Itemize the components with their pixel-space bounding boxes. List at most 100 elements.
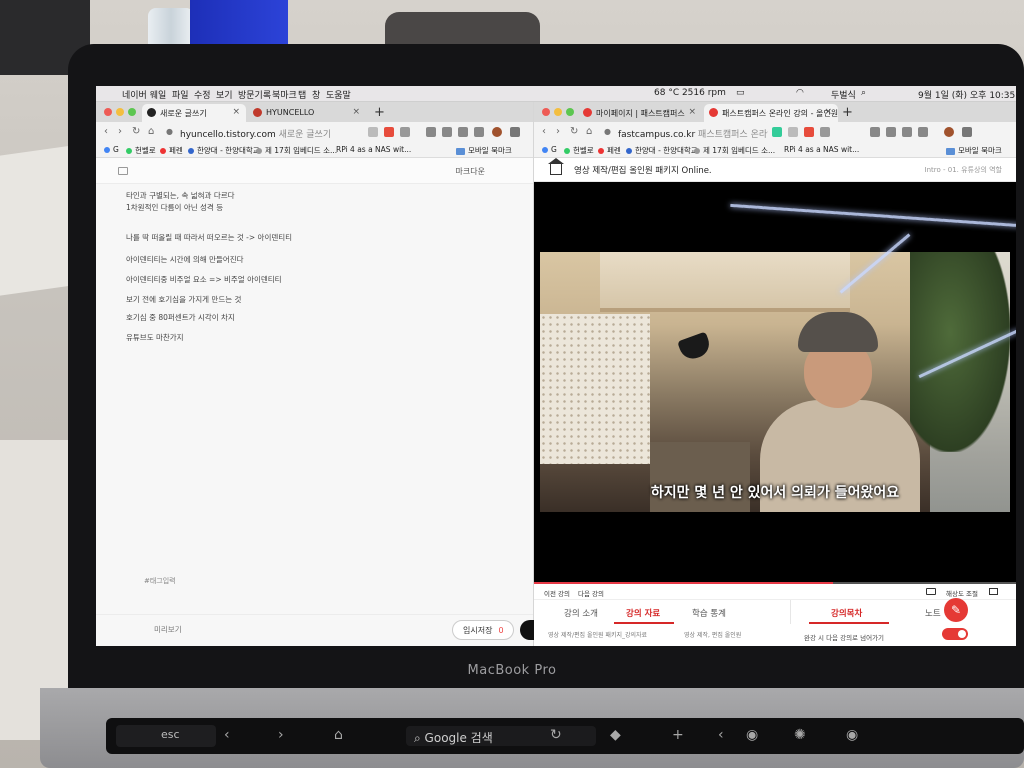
esc-key[interactable]: esc (116, 725, 216, 747)
forward-button[interactable]: › (556, 126, 560, 137)
tab-lecture-intro[interactable]: 강의 소개 (564, 607, 598, 619)
bookmark-item[interactable]: G (104, 145, 119, 154)
image-upload-icon[interactable] (118, 167, 128, 175)
zoom-window-button[interactable] (566, 108, 574, 116)
new-tab-button[interactable]: + (374, 105, 385, 120)
bookmark-item[interactable]: 페렌 (160, 145, 183, 156)
fullscreen-icon[interactable] (989, 588, 998, 595)
close-window-button[interactable] (104, 108, 112, 116)
brightness-key-icon[interactable]: ◉ (746, 727, 758, 743)
input-source[interactable]: 두벌식 (831, 88, 856, 101)
brightness-up-icon[interactable]: ✺ (794, 727, 806, 743)
menu-icon[interactable] (962, 127, 972, 137)
bookmark-item[interactable]: 페렌 (598, 145, 621, 156)
home-icon[interactable] (548, 158, 564, 175)
extension-icon[interactable] (804, 127, 814, 137)
autoplay-toggle[interactable] (942, 628, 968, 640)
close-tab-icon[interactable]: × (688, 107, 696, 117)
close-window-button[interactable] (542, 108, 550, 116)
split-view-icon[interactable] (918, 127, 928, 137)
tab-curriculum[interactable]: 강의목차 (831, 607, 862, 619)
editor-text-line[interactable]: 호기심 중 80퍼센트가 시각이 차지 (126, 312, 235, 323)
bookmark-item[interactable]: 한양대 - 한양대학교 (188, 145, 260, 156)
next-lecture-button[interactable]: 다음 강의 (578, 588, 604, 598)
extension-icon[interactable] (772, 127, 782, 137)
screenshot-icon[interactable] (442, 127, 452, 137)
menu-window[interactable]: 창 (312, 88, 320, 101)
bookmark-item[interactable]: 헌벨로 (564, 145, 594, 156)
download-icon[interactable] (870, 127, 880, 137)
touchbar-search[interactable]: ⌕ Google 검색 (406, 726, 596, 746)
editor-text-line[interactable]: 아이덴티티는 시간에 의해 만들어진다 (126, 254, 244, 265)
close-tab-icon[interactable]: × (352, 107, 360, 117)
write-note-button[interactable]: ✎ (944, 598, 968, 622)
editor-text-line[interactable]: 보기 전에 호기심을 가지게 만드는 것 (126, 294, 241, 305)
mobile-bookmarks-folder[interactable]: 모바일 북마크 (456, 145, 512, 156)
forward-key-icon[interactable]: › (278, 727, 284, 743)
close-tab-icon[interactable]: × (824, 107, 832, 117)
temp-save-button[interactable]: 임시저장 0 (452, 620, 514, 640)
mobile-bookmarks-folder[interactable]: 모바일 북마크 (946, 145, 1002, 156)
extension-icon[interactable] (368, 127, 378, 137)
back-key-icon[interactable]: ‹ (224, 727, 230, 743)
editor-mode-select[interactable]: 마크다운 (456, 166, 485, 177)
forward-button[interactable]: › (118, 126, 122, 137)
home-key-icon[interactable]: ⌂ (334, 727, 343, 743)
back-button[interactable]: ‹ (542, 126, 546, 137)
menu-tab[interactable]: 탭 (298, 88, 306, 101)
minimize-window-button[interactable] (116, 108, 124, 116)
quality-button[interactable]: 해상도 조절 (946, 588, 978, 598)
address-bar[interactable]: ● fastcampus.co.kr 패스트캠퍼스 온라인 (598, 125, 768, 140)
tab-learning-stats[interactable]: 학습 통계 (692, 607, 726, 619)
close-tab-icon[interactable]: × (232, 107, 240, 117)
profile-avatar[interactable] (944, 127, 954, 137)
shield-key-icon[interactable]: ◆ (610, 727, 621, 743)
back-button[interactable]: ‹ (104, 126, 108, 137)
profile-avatar[interactable] (492, 127, 502, 137)
bookmark-item[interactable]: G (542, 145, 557, 154)
menu-file[interactable]: 파일 (172, 88, 189, 101)
quality-icon[interactable] (926, 588, 936, 595)
menubar-clock[interactable]: 9월 1일 (화) 오후 10:35 (918, 88, 1015, 101)
app-menu[interactable]: 네이버 웨일 (122, 88, 166, 101)
editor-text-line[interactable]: 1차원적인 다름이 아닌 성격 등 (126, 202, 223, 213)
sidebar-icon[interactable] (902, 127, 912, 137)
tab-lecture[interactable]: 패스트캠퍼스 온라인 강의 - 올인원 × (704, 104, 838, 122)
tab-lecture-materials[interactable]: 강의 자료 (626, 607, 660, 619)
reload-key-icon[interactable]: ↻ (550, 727, 562, 743)
extension-icon[interactable] (384, 127, 394, 137)
video-player[interactable]: 하지만 몇 년 안 있어서 의뢰가 들어왔어요 (534, 182, 1016, 584)
tag-input[interactable]: #태그입력 (144, 576, 176, 586)
collapse-key-icon[interactable]: ‹ (718, 727, 724, 743)
bookmark-item[interactable]: 제 17회 임베디드 소... (694, 145, 775, 156)
cpu-temp-readout[interactable]: 68 °C 2516 rpm (654, 88, 726, 98)
zoom-window-button[interactable] (128, 108, 136, 116)
editor-text-line[interactable]: 타인과 구별되는, 속 넓혀과 다르다 (126, 190, 235, 201)
bookmark-item[interactable]: RPi 4 as a NAS wit... (336, 145, 411, 154)
editor-text-line[interactable]: 유튜브도 마찬가지 (126, 332, 184, 343)
bookmark-item[interactable]: 한양대 - 한양대학교 (626, 145, 698, 156)
home-button[interactable]: ⌂ (148, 126, 154, 137)
minimize-window-button[interactable] (554, 108, 562, 116)
tab-my-page[interactable]: 마이페이지 | 패스트캠퍼스 × (578, 104, 702, 122)
prev-lecture-button[interactable]: 이전 강의 (544, 588, 570, 598)
address-bar[interactable]: ● hyuncello.tistory.com 새로운 글쓰기 (160, 125, 360, 140)
editor-text-line[interactable]: 아이덴티티중 비주얼 요소 => 비주얼 아이덴티티 (126, 274, 282, 285)
split-view-icon[interactable] (474, 127, 484, 137)
material-item[interactable]: 영상 제작, 편집 올인원 (684, 630, 741, 639)
bookmark-item[interactable]: RPi 4 as a NAS wit... (784, 145, 859, 154)
menu-icon[interactable] (510, 127, 520, 137)
spotlight-search-icon[interactable]: ⌕ (861, 88, 866, 98)
home-button[interactable]: ⌂ (586, 126, 592, 137)
reload-button[interactable]: ↻ (132, 126, 140, 137)
sidebar-icon[interactable] (458, 127, 468, 137)
extension-icon[interactable] (788, 127, 798, 137)
new-tab-key-icon[interactable]: + (672, 727, 684, 743)
tab-hyuncello[interactable]: HYUNCELLO × (248, 104, 366, 122)
download-icon[interactable] (426, 127, 436, 137)
menu-edit[interactable]: 수정 (194, 88, 211, 101)
menu-view[interactable]: 보기 (216, 88, 233, 101)
editor-text-line[interactable]: 나를 딱 떠올릴 때 따라서 떠오르는 것 -> 아이덴티티 (126, 232, 292, 243)
screenshot-icon[interactable] (886, 127, 896, 137)
wifi-icon[interactable]: ◠ (796, 88, 804, 98)
